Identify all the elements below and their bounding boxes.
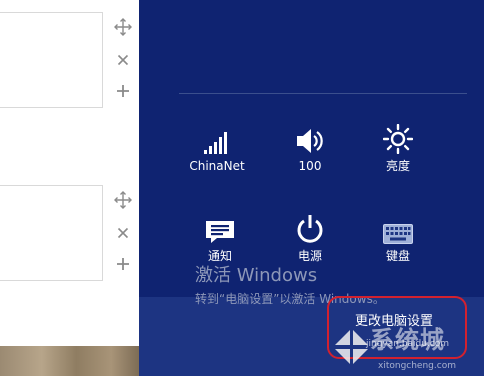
close-icon[interactable] (114, 51, 132, 69)
keyboard-button[interactable]: 键盘 (360, 212, 436, 263)
network-button[interactable]: ChinaNet (179, 122, 255, 173)
power-icon (272, 212, 348, 244)
site-url-secondary: xitongcheng.com (378, 361, 456, 371)
power-button[interactable]: 电源 (272, 212, 348, 263)
tile-group-1[interactable] (0, 12, 103, 108)
power-label: 电源 (297, 249, 322, 263)
volume-label: 100 (298, 159, 322, 173)
wifi-signal-icon (179, 122, 255, 154)
volume-icon (272, 122, 348, 154)
notifications-icon (182, 212, 258, 244)
brightness-label: 亮度 (385, 159, 410, 173)
divider (179, 93, 467, 94)
add-icon[interactable] (114, 82, 132, 100)
move-icon[interactable] (114, 18, 132, 36)
notifications-label: 通知 (207, 249, 232, 263)
activate-windows-title: 激活 Windows (195, 265, 318, 286)
move-icon[interactable] (114, 191, 132, 209)
start-screen-pane (0, 0, 139, 376)
close-icon[interactable] (114, 224, 132, 242)
site-url-primary: jingyan.baidu.com (366, 339, 450, 349)
notifications-button[interactable]: 通知 (182, 212, 258, 263)
volume-button[interactable]: 100 (272, 122, 348, 173)
keyboard-icon (360, 212, 436, 244)
keyboard-label: 键盘 (385, 249, 410, 263)
network-label: ChinaNet (189, 159, 245, 173)
tile-group-2[interactable] (0, 185, 103, 281)
brightness-button[interactable]: 亮度 (360, 122, 436, 173)
brightness-icon (360, 122, 436, 154)
background-image-strip (0, 346, 139, 376)
add-icon[interactable] (114, 255, 132, 273)
